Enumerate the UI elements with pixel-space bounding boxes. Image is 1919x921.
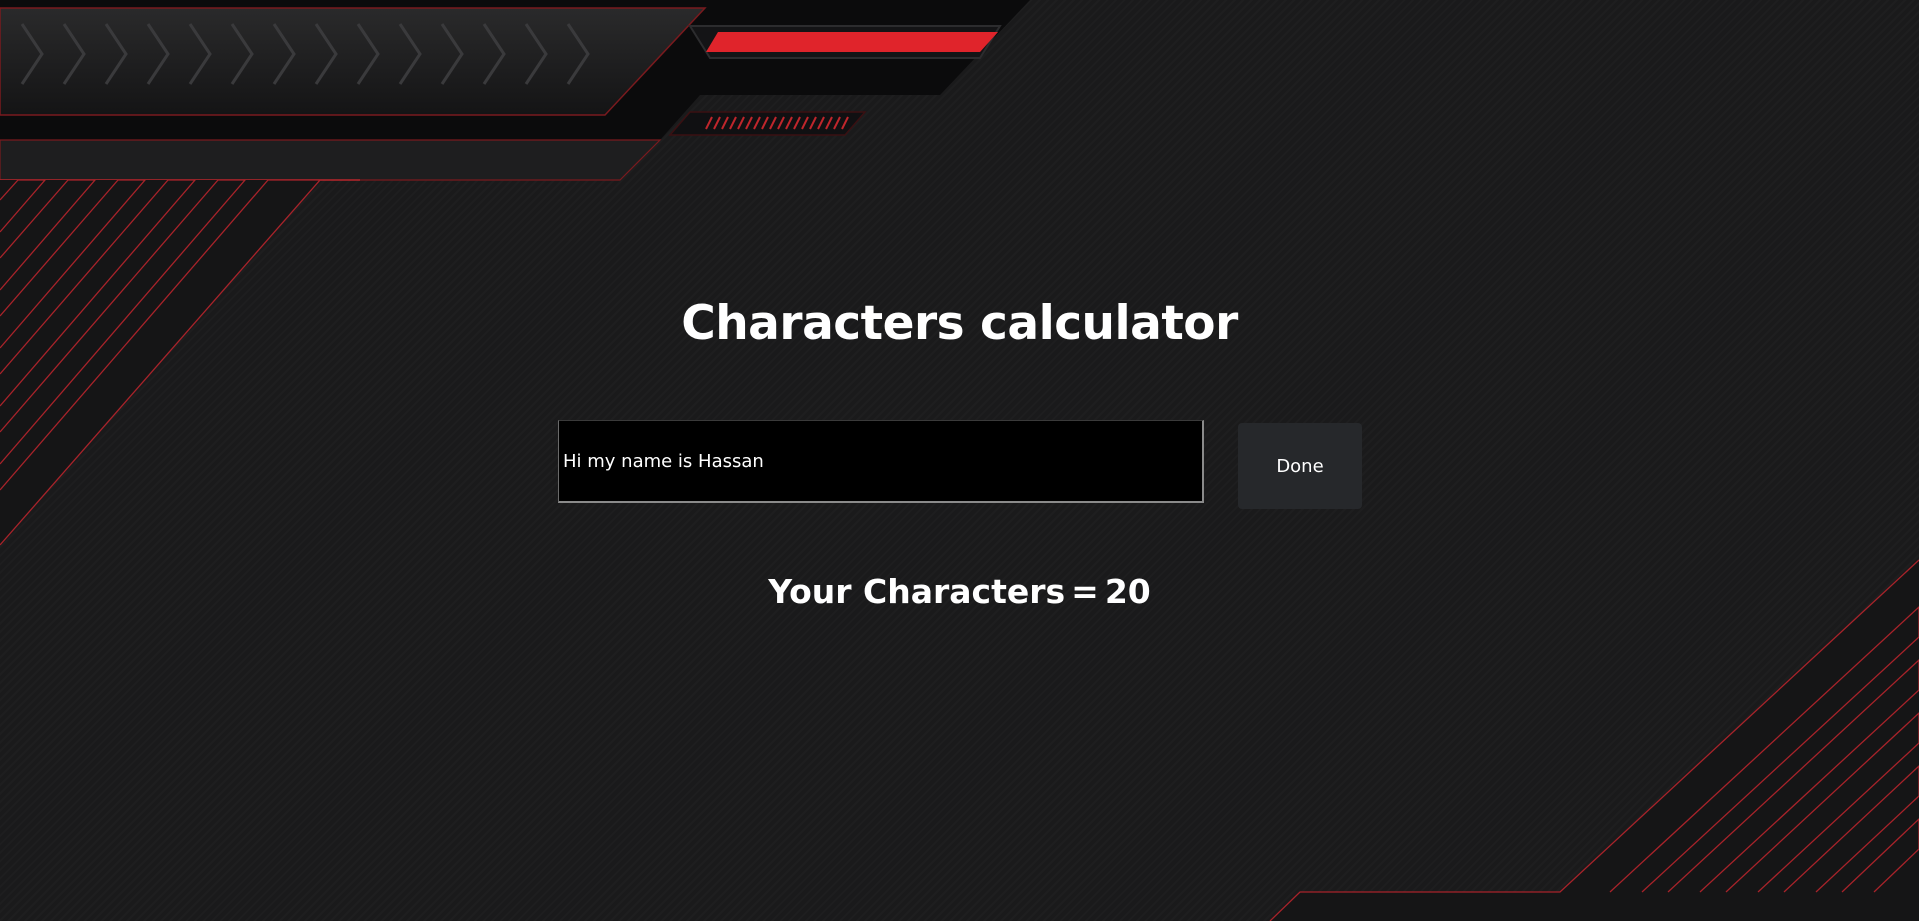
- page-title: Characters calculator: [681, 296, 1238, 351]
- text-input[interactable]: [558, 420, 1204, 503]
- result-label: Your Characters: [768, 572, 1066, 611]
- result-operator: =: [1071, 572, 1099, 611]
- result-count: 20: [1104, 572, 1151, 611]
- done-button[interactable]: Done: [1238, 423, 1362, 509]
- character-count-result: Your Characters = 20: [0, 572, 1919, 611]
- page-root: Characters calculator Done Your Characte…: [0, 0, 1919, 921]
